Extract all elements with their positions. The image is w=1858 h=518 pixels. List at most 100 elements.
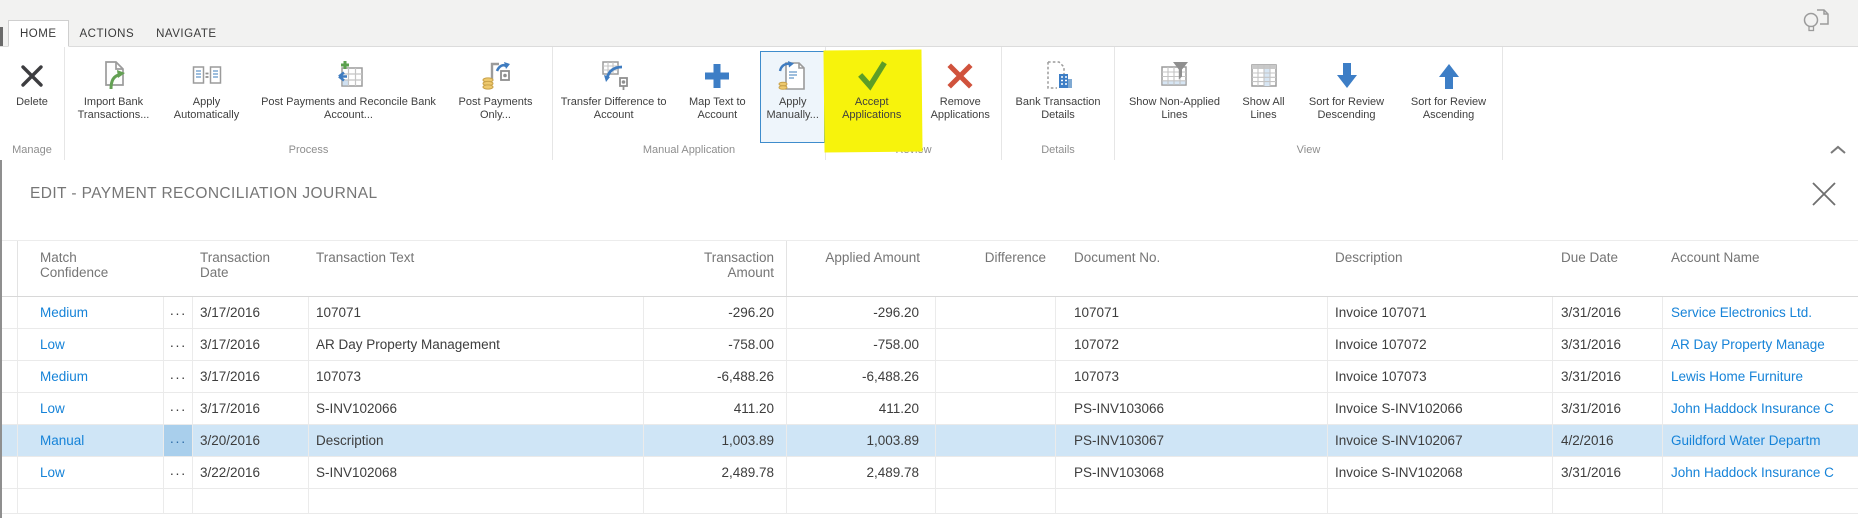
collapse-ribbon-chevron-up-icon[interactable]: [1828, 143, 1848, 157]
transaction-amount-cell[interactable]: -6,488.26: [644, 361, 787, 392]
account-name-cell[interactable]: Lewis Home Furniture: [1663, 361, 1858, 392]
due-date-cell[interactable]: 3/31/2016: [1553, 329, 1663, 360]
transaction-date-cell[interactable]: 3/17/2016: [193, 329, 309, 360]
difference-cell[interactable]: [936, 393, 1056, 424]
due-date-cell[interactable]: 3/31/2016: [1553, 361, 1663, 392]
transaction-date-cell[interactable]: 3/20/2016: [193, 425, 309, 456]
apply-automatically-button[interactable]: Apply Automatically: [160, 51, 254, 143]
tab-actions[interactable]: ACTIONS: [69, 20, 146, 47]
due-date-cell[interactable]: 3/31/2016: [1553, 393, 1663, 424]
document-no-cell[interactable]: PS-INV103066: [1056, 393, 1328, 424]
due-date-cell[interactable]: 3/31/2016: [1553, 297, 1663, 328]
row-options-ellipsis-button[interactable]: ···: [164, 297, 193, 328]
applied-amount-cell[interactable]: -6,488.26: [787, 361, 936, 392]
column-header-difference[interactable]: Difference: [936, 241, 1056, 296]
transaction-text-cell[interactable]: Description: [309, 425, 644, 456]
description-cell[interactable]: Invoice S-INV102066: [1328, 393, 1553, 424]
description-cell[interactable]: Invoice S-INV102068: [1328, 457, 1553, 488]
accept-applications-label: Accept Applications: [842, 96, 902, 121]
transaction-text-cell[interactable]: 107073: [309, 361, 644, 392]
post-payments-only-button[interactable]: Post Payments Only...: [444, 51, 548, 143]
close-icon[interactable]: [1808, 178, 1840, 210]
account-name-cell[interactable]: AR Day Property Manage: [1663, 329, 1858, 360]
transaction-text-cell[interactable]: AR Day Property Management: [309, 329, 644, 360]
show-non-applied-lines-button[interactable]: Show Non-Applied Lines: [1119, 51, 1231, 143]
transaction-text-cell[interactable]: S-INV102068: [309, 457, 644, 488]
accept-applications-button[interactable]: Accept Applications: [826, 51, 917, 143]
description-cell[interactable]: Invoice 107072: [1328, 329, 1553, 360]
post-payments-reconcile-button[interactable]: Post Payments and Reconcile Bank Account…: [256, 51, 442, 143]
transaction-date-cell[interactable]: 3/17/2016: [193, 361, 309, 392]
show-all-lines-button[interactable]: Show All Lines: [1233, 51, 1295, 143]
applied-amount-cell[interactable]: 1,003.89: [787, 425, 936, 456]
tab-navigate[interactable]: NAVIGATE: [145, 20, 227, 47]
transaction-date-cell[interactable]: 3/17/2016: [193, 393, 309, 424]
applied-amount-cell[interactable]: 2,489.78: [787, 457, 936, 488]
difference-cell[interactable]: [936, 361, 1056, 392]
difference-cell[interactable]: [936, 425, 1056, 456]
applied-amount-cell[interactable]: 411.20: [787, 393, 936, 424]
match-confidence-cell[interactable]: Medium: [18, 297, 164, 328]
column-header-description[interactable]: Description: [1328, 241, 1553, 296]
column-header-account-name[interactable]: Account Name: [1663, 241, 1858, 296]
match-confidence-cell[interactable]: Manual: [18, 425, 164, 456]
sort-descending-button[interactable]: Sort for Review Descending: [1297, 51, 1397, 143]
remove-applications-button[interactable]: Remove Applications: [919, 51, 1001, 143]
transaction-text-cell[interactable]: S-INV102066: [309, 393, 644, 424]
document-no-cell[interactable]: 107073: [1056, 361, 1328, 392]
account-name-cell[interactable]: John Haddock Insurance C: [1663, 457, 1858, 488]
match-confidence-cell[interactable]: Medium: [18, 361, 164, 392]
difference-cell[interactable]: [936, 297, 1056, 328]
transaction-text-cell[interactable]: 107071: [309, 297, 644, 328]
document-no-cell[interactable]: PS-INV103068: [1056, 457, 1328, 488]
row-options-ellipsis-button[interactable]: ···: [164, 329, 193, 360]
account-name-cell[interactable]: Guildford Water Departm: [1663, 425, 1858, 456]
delete-button-label: Delete: [16, 96, 48, 108]
row-options-ellipsis-button[interactable]: ···: [164, 425, 193, 456]
sort-ascending-button[interactable]: Sort for Review Ascending: [1399, 51, 1499, 143]
row-options-ellipsis-button[interactable]: ···: [164, 361, 193, 392]
match-confidence-cell[interactable]: Low: [18, 393, 164, 424]
column-header-due-date[interactable]: Due Date: [1553, 241, 1663, 296]
transaction-amount-cell[interactable]: 411.20: [644, 393, 787, 424]
description-cell[interactable]: Invoice 107073: [1328, 361, 1553, 392]
apply-manually-button[interactable]: Apply Manually...: [760, 51, 825, 143]
transaction-amount-cell[interactable]: -758.00: [644, 329, 787, 360]
transaction-date-cell[interactable]: 3/17/2016: [193, 297, 309, 328]
column-header-transaction-text[interactable]: Transaction Text: [309, 241, 644, 296]
transaction-amount-cell[interactable]: 2,489.78: [644, 457, 787, 488]
column-header-transaction-amount[interactable]: Transaction Amount: [644, 241, 787, 296]
column-header-match-confidence[interactable]: Match Confidence: [18, 241, 164, 296]
transaction-date-cell[interactable]: 3/22/2016: [193, 457, 309, 488]
due-date-cell[interactable]: 3/31/2016: [1553, 457, 1663, 488]
row-options-ellipsis-button[interactable]: ···: [164, 393, 193, 424]
bank-transaction-details-button[interactable]: Bank Transaction Details: [1004, 51, 1112, 143]
match-confidence-cell[interactable]: Low: [18, 329, 164, 360]
difference-cell[interactable]: [936, 457, 1056, 488]
row-options-ellipsis-button[interactable]: ···: [164, 457, 193, 488]
applied-amount-cell[interactable]: -296.20: [787, 297, 936, 328]
applied-amount-cell[interactable]: -758.00: [787, 329, 936, 360]
delete-button[interactable]: Delete: [3, 51, 61, 143]
transfer-difference-button[interactable]: Transfer Difference to Account: [553, 51, 674, 143]
show-all-lines-icon: [1247, 59, 1281, 93]
column-header-transaction-date[interactable]: Transaction Date: [193, 241, 309, 296]
tab-home[interactable]: HOME: [8, 20, 69, 47]
import-bank-transactions-button[interactable]: Import Bank Transactions...: [70, 51, 158, 143]
difference-cell[interactable]: [936, 329, 1056, 360]
account-name-cell[interactable]: John Haddock Insurance C: [1663, 393, 1858, 424]
transaction-amount-cell[interactable]: 1,003.89: [644, 425, 787, 456]
description-cell[interactable]: Invoice S-INV102067: [1328, 425, 1553, 456]
due-date-cell[interactable]: 4/2/2016: [1553, 425, 1663, 456]
document-no-cell[interactable]: PS-INV103067: [1056, 425, 1328, 456]
map-text-to-account-button[interactable]: Map Text to Account: [676, 51, 758, 143]
description-cell[interactable]: Invoice 107071: [1328, 297, 1553, 328]
column-header-applied-amount[interactable]: Applied Amount: [787, 241, 936, 296]
document-no-cell[interactable]: 107072: [1056, 329, 1328, 360]
match-confidence-cell[interactable]: Low: [18, 457, 164, 488]
transaction-amount-cell[interactable]: -296.20: [644, 297, 787, 328]
help-lightbulb-icon[interactable]: [1798, 5, 1832, 39]
column-header-document-no[interactable]: Document No.: [1056, 241, 1328, 296]
document-no-cell[interactable]: 107071: [1056, 297, 1328, 328]
account-name-cell[interactable]: Service Electronics Ltd.: [1663, 297, 1858, 328]
